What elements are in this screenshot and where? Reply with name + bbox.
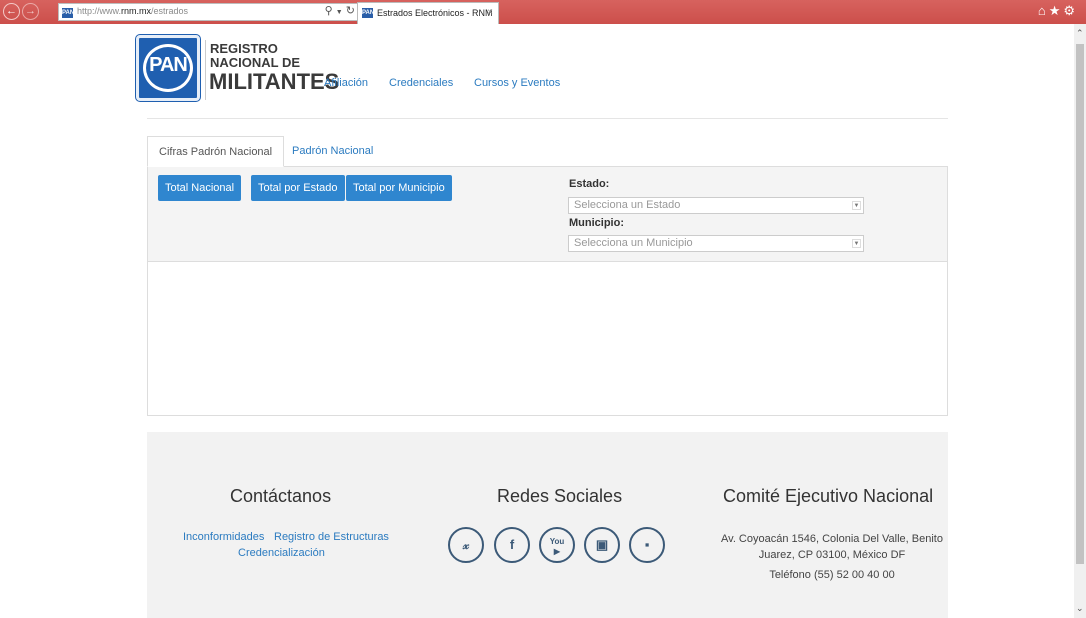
link-registro-estructuras[interactable]: Registro de Estructuras [274,531,389,543]
chevron-down-icon: ▼ [852,201,861,210]
site-favicon-icon: PAN [62,8,75,18]
committee-title: Comité Ejecutivo Nacional [723,486,934,506]
nav-afiliacion[interactable]: Afiliación [324,77,368,89]
tab-favicon-icon: PAN [362,8,375,18]
address: Av. Coyoacán 1546, Colonia Del Valle, Be… [717,531,947,563]
total-por-estado-button[interactable]: Total por Estado [251,175,345,201]
tab-title: Estrados Electrónicos - RNM [377,8,493,18]
total-nacional-button[interactable]: Total Nacional [158,175,242,201]
forward-button[interactable]: → [22,3,39,20]
search-icon[interactable]: ⚲ [325,5,333,17]
scroll-down-icon[interactable]: ⌄ [1076,603,1084,614]
content-tabs: Cifras Padrón Nacional Padrón Nacional [147,136,948,167]
social-title: Redes Sociales [497,486,623,506]
nav-cursos-eventos[interactable]: Cursos y Eventos [474,77,560,89]
nav-credenciales[interactable]: Credenciales [389,77,453,89]
brand-line-2: NACIONAL DE [210,55,301,70]
link-inconformidades[interactable]: Inconformidades [183,531,264,543]
address-line-2: Juarez, CP 03100, México DF [758,549,906,561]
flickr-icon[interactable]: ▪ [629,527,665,563]
header-divider [205,40,206,100]
browser-icons: ⌂★⚙ [1038,3,1078,19]
home-icon[interactable]: ⌂ [1038,3,1049,18]
pan-logo[interactable]: PAN [136,35,200,101]
chevron-down-icon[interactable]: ▼ [336,9,343,16]
brand-line-1: REGISTRO [210,41,278,56]
close-icon[interactable]: × [487,7,493,18]
brand-line-3: MILITANTES [209,69,340,94]
header-rule [147,118,948,119]
url-text: http://www.rnm.mx/estrados [77,6,189,16]
gear-icon[interactable]: ⚙ [1063,3,1078,18]
logo-text: PAN [149,54,188,76]
footer: Contáctanos Inconformidades Registro de … [147,432,948,618]
estado-placeholder: Selecciona un Estado [574,199,681,211]
refresh-icon[interactable]: ↻ [346,5,355,17]
scroll-up-icon[interactable]: ⌃ [1076,28,1084,39]
facebook-icon[interactable]: f [494,527,530,563]
instagram-icon[interactable]: ▣ [584,527,620,563]
browser-toolbar: ← → PAN http://www.rnm.mx/estrados ⚲ ▼ ↻… [0,0,1086,24]
browser-tab[interactable]: PAN Estrados Electrónicos - RNM × [357,2,499,24]
address-line-1: Av. Coyoacán 1546, Colonia Del Valle, Be… [721,533,943,545]
back-button[interactable]: ← [3,3,20,20]
municipio-label: Municipio: [569,217,624,229]
page-scrollbar[interactable]: ⌃ ⌄ [1074,24,1086,618]
municipio-select[interactable]: Selecciona un Municipio ▼ [568,235,864,252]
phone: Teléfono (55) 52 00 40 00 [769,569,895,581]
tab-cifras-padron-nacional[interactable]: Cifras Padrón Nacional [147,136,285,167]
contact-title: Contáctanos [230,486,332,506]
url-actions: ⚲ ▼ ↻ [325,4,355,17]
scroll-thumb[interactable] [1076,44,1084,564]
tab-padron-nacional[interactable]: Padrón Nacional [281,136,384,167]
address-bar[interactable]: PAN http://www.rnm.mx/estrados ⚲ ▼ ↻ [58,3,362,21]
total-por-municipio-button[interactable]: Total por Municipio [346,175,452,201]
chevron-down-icon: ▼ [852,239,861,248]
municipio-placeholder: Selecciona un Municipio [574,237,693,249]
youtube-icon[interactable]: You ▶ [539,527,575,563]
link-credencializacion[interactable]: Credencialización [238,547,325,559]
twitter-icon[interactable]: 𝓍 [448,527,484,563]
results-area [147,262,948,416]
estado-label: Estado: [569,178,610,190]
filter-panel: Total Nacional Total por Estado Total po… [147,167,948,262]
favorites-star-icon[interactable]: ★ [1049,3,1064,18]
estado-select[interactable]: Selecciona un Estado ▼ [568,197,864,214]
